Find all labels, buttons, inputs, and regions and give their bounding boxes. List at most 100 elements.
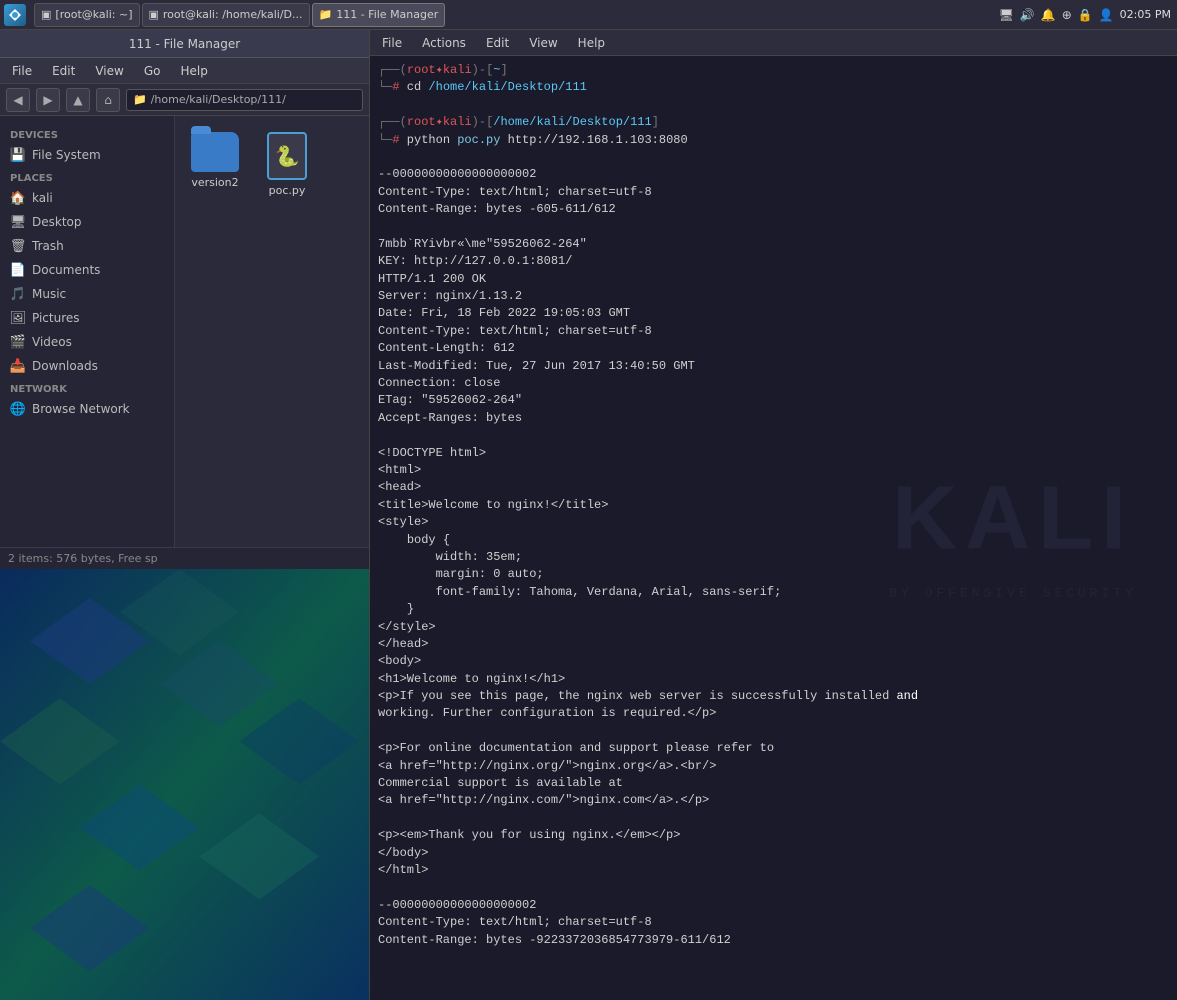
fm-title-bar: 111 - File Manager <box>0 30 369 58</box>
fm-file-version2[interactable]: version2 <box>185 126 245 203</box>
term-line-html-close: </html> <box>378 862 1169 879</box>
sidebar-kali-label: kali <box>32 191 53 205</box>
desktop-pattern-svg <box>0 569 369 1000</box>
fm-title: 111 - File Manager <box>129 37 240 51</box>
sidebar-trash-label: Trash <box>32 239 64 253</box>
term-line-cr1: Content-Range: bytes -605-611/612 <box>378 201 1169 218</box>
user-icon: 👤 <box>1099 8 1114 22</box>
term-line-key1: 7mbb`RYivbr«\me"59526062-264" <box>378 236 1169 253</box>
sidebar-network-label: NETWORK <box>0 378 174 397</box>
fm-menu-help[interactable]: Help <box>176 62 211 80</box>
fm-path-bar[interactable]: 📁 /home/kali/Desktop/111/ <box>126 89 363 111</box>
term-line-lm: Last-Modified: Tue, 27 Jun 2017 13:40:50… <box>378 358 1169 375</box>
sidebar-item-desktop[interactable]: 🖥 Desktop <box>0 210 174 234</box>
term-line-p1: <p>If you see this page, the nginx web s… <box>378 688 1169 705</box>
fm-path-text: /home/kali/Desktop/111/ <box>151 93 286 106</box>
main-layout: 111 - File Manager File Edit View Go Hel… <box>0 30 1177 1000</box>
fm-back-button[interactable]: ◀ <box>6 88 30 112</box>
fm-files-grid: version2 🐍 poc.py <box>185 126 359 203</box>
desktop-icon: 🖥 <box>10 214 26 230</box>
fm-file-area: version2 🐍 poc.py <box>175 116 369 547</box>
fm-menu-view[interactable]: View <box>91 62 127 80</box>
music-icon: 🎵 <box>10 286 26 302</box>
kali-logo-icon[interactable] <box>4 4 26 26</box>
term-line-head: <head> <box>378 479 1169 496</box>
term-menu-edit[interactable]: Edit <box>482 34 513 52</box>
terminal1-icon: ▣ <box>41 8 51 21</box>
term-path-2: /home/kali/Desktop/111 <box>493 114 651 131</box>
sidebar-videos-label: Videos <box>32 335 72 349</box>
filesystem-icon: 💾 <box>10 147 26 163</box>
sidebar-item-kali[interactable]: 🏠 kali <box>0 186 174 210</box>
sidebar-item-downloads[interactable]: 📥 Downloads <box>0 354 174 378</box>
filemanager-label: 111 - File Manager <box>336 8 438 21</box>
term-line-p2: <p>For online documentation and support … <box>378 740 1169 757</box>
sound-icon: 🔊 <box>1020 8 1035 22</box>
fm-menu-edit[interactable]: Edit <box>48 62 79 80</box>
term-user-1: root <box>407 62 436 79</box>
fm-toolbar: ◀ ▶ ▲ ⌂ 📁 /home/kali/Desktop/111/ <box>0 84 369 116</box>
sidebar-item-network[interactable]: 🌐 Browse Network <box>0 397 174 421</box>
term-menu-help[interactable]: Help <box>574 34 609 52</box>
terminal-content[interactable]: KALI BY OFFENSIVE SECURITY ┌──(root✦ kal… <box>370 56 1177 1000</box>
fm-menu-file[interactable]: File <box>8 62 36 80</box>
fm-forward-button[interactable]: ▶ <box>36 88 60 112</box>
term-line-thankyou: <p><em>Thank you for using nginx.</em></… <box>378 827 1169 844</box>
taskbar-btn-terminal1[interactable]: ▣ [root@kali: ~] <box>34 3 140 27</box>
sidebar-documents-label: Documents <box>32 263 100 277</box>
sidebar-item-filesystem[interactable]: 💾 File System <box>0 143 174 167</box>
sidebar-item-videos[interactable]: 🎬 Videos <box>0 330 174 354</box>
terminal2-icon: ▣ <box>149 8 159 21</box>
sidebar-item-pictures[interactable]: 🖼 Pictures <box>0 306 174 330</box>
sidebar-music-label: Music <box>32 287 66 301</box>
fm-home-button[interactable]: ⌂ <box>96 88 120 112</box>
sidebar-item-music[interactable]: 🎵 Music <box>0 282 174 306</box>
term-line-p1b: working. Further configuration is requir… <box>378 705 1169 722</box>
term-line-http: HTTP/1.1 200 OK <box>378 271 1169 288</box>
fm-up-button[interactable]: ▲ <box>66 88 90 112</box>
term-line-title: <title>Welcome to nginx!</title> <box>378 497 1169 514</box>
sidebar-item-trash[interactable]: 🗑 Trash <box>0 234 174 258</box>
file-manager-panel: 111 - File Manager File Edit View Go Hel… <box>0 30 370 1000</box>
documents-icon: 📄 <box>10 262 26 278</box>
sidebar-pictures-label: Pictures <box>32 311 80 325</box>
browse-network-icon: 🌐 <box>10 401 26 417</box>
lock-icon: 🔒 <box>1078 8 1093 22</box>
folder-icon-version2 <box>191 132 239 172</box>
term-line-cl: Content-Length: 612 <box>378 340 1169 357</box>
term-line-html: <html> <box>378 462 1169 479</box>
term-line-style-close: </style> <box>378 619 1169 636</box>
fm-menu-go[interactable]: Go <box>140 62 165 80</box>
fm-file-pocpy[interactable]: 🐍 poc.py <box>261 126 313 203</box>
term-prompt-1: ┌──(root✦ kali)-[~] <box>378 62 1169 79</box>
taskbar-btn-terminal2[interactable]: ▣ root@kali: /home/kali/D... <box>142 3 310 27</box>
sidebar-item-documents[interactable]: 📄 Documents <box>0 258 174 282</box>
term-line-conn: Connection: close <box>378 375 1169 392</box>
terminal2-label: root@kali: /home/kali/D... <box>163 8 303 21</box>
term-line-doctype: <!DOCTYPE html> <box>378 445 1169 462</box>
sidebar-filesystem-label: File System <box>32 148 101 162</box>
term-cmd-1: └─# cd /home/kali/Desktop/111 <box>378 79 1169 96</box>
term-tilde-1: ~ <box>493 62 500 79</box>
fm-path-location: 📁 <box>133 93 147 106</box>
term-menu-file[interactable]: File <box>378 34 406 52</box>
term-line-date: Date: Fri, 18 Feb 2022 19:05:03 GMT <box>378 305 1169 322</box>
bell-icon: 🔔 <box>1041 8 1056 22</box>
term-line-body-close: } <box>378 601 1169 618</box>
term-cmd-2: └─# python poc.py http://192.168.1.103:8… <box>378 132 1169 149</box>
term-menu-actions[interactable]: Actions <box>418 34 470 52</box>
term-line-commercial: Commercial support is available at <box>378 775 1169 792</box>
taskbar-right: 🖥 🔊 🔔 ⊕ 🔒 👤 02:05 PM <box>999 8 1177 22</box>
term-line-server: Server: nginx/1.13.2 <box>378 288 1169 305</box>
term-line-body-css: body { <box>378 532 1169 549</box>
fm-status-text: 2 items: 576 bytes, Free sp <box>8 552 158 565</box>
term-menu-view[interactable]: View <box>525 34 561 52</box>
term-user-2: root <box>407 114 436 131</box>
term-line-ct2: Content-Type: text/html; charset=utf-8 <box>378 323 1169 340</box>
term-line-ar: Accept-Ranges: bytes <box>378 410 1169 427</box>
term-line-ct3: Content-Type: text/html; charset=utf-8 <box>378 914 1169 931</box>
taskbar-btn-filemanager[interactable]: 📁 111 - File Manager <box>312 3 446 27</box>
desktop-background <box>0 569 369 1000</box>
python-icon-pocpy: 🐍 <box>267 132 307 180</box>
kali-home-icon: 🏠 <box>10 190 26 206</box>
